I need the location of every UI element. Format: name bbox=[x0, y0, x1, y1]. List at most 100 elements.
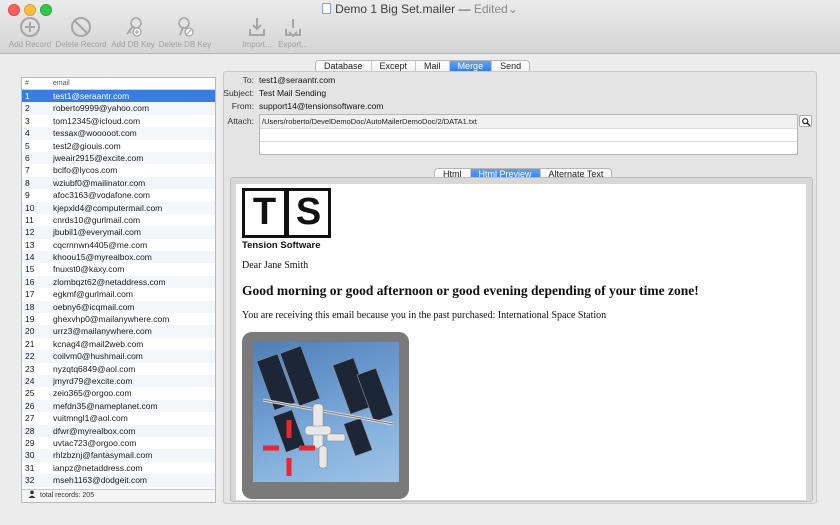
list-row[interactable]: 31 ianpz@netaddress.com bbox=[22, 462, 215, 474]
attachment-empty-row[interactable] bbox=[260, 142, 797, 156]
row-number: 15 bbox=[25, 264, 35, 275]
row-number: 16 bbox=[25, 276, 35, 287]
list-row[interactable]: 14 khoou15@myrealbox.com bbox=[22, 251, 215, 264]
list-row[interactable]: 20 urrz3@mailanywhere.com bbox=[22, 325, 215, 338]
row-number: 13 bbox=[25, 239, 35, 250]
row-email: kjepxld4@computermail.com bbox=[53, 202, 163, 213]
list-row[interactable]: 23 nyzqtq6849@aol.com bbox=[22, 363, 215, 375]
attachments-list[interactable]: /Users/roberto/DevelDemoDoc/AutoMailerDe… bbox=[259, 114, 798, 155]
row-number: 17 bbox=[25, 289, 35, 300]
list-row[interactable]: 17 egkmf@gurlmail.com bbox=[22, 288, 215, 300]
edited-status[interactable]: Edited bbox=[474, 2, 508, 16]
list-footer: total records: 205 bbox=[22, 489, 215, 502]
html-preview[interactable]: T S Tension Software Dear Jane Smith Goo… bbox=[236, 184, 806, 500]
subject-label: Subject: bbox=[223, 88, 254, 98]
list-row[interactable]: 15 fnuxst0@kaxy.com bbox=[22, 263, 215, 275]
list-row[interactable]: 22 coilvm0@hushmail.com bbox=[22, 350, 215, 363]
list-row[interactable]: 5 test2@giouis.com bbox=[22, 140, 215, 152]
list-row[interactable]: 4 tessax@wooooot.com bbox=[22, 127, 215, 140]
row-email: kcnag4@mail2web.com bbox=[53, 338, 144, 349]
list-row[interactable]: 2 roberto9999@yahoo.com bbox=[22, 102, 215, 115]
row-number: 8 bbox=[25, 177, 30, 188]
email-heading: Good morning or good afternoon or good e… bbox=[242, 283, 699, 298]
row-number: 19 bbox=[25, 314, 35, 325]
import-arrow-icon bbox=[246, 16, 268, 38]
row-number: 6 bbox=[25, 152, 30, 163]
attachment-empty-row[interactable] bbox=[260, 129, 797, 142]
row-number: 30 bbox=[25, 450, 35, 461]
row-number: 4 bbox=[25, 128, 30, 139]
list-header: # email bbox=[22, 78, 215, 90]
list-row[interactable]: 10 kjepxld4@computermail.com bbox=[22, 201, 215, 214]
row-number: 24 bbox=[25, 375, 35, 386]
row-number: 14 bbox=[25, 252, 35, 263]
row-email: tom12345@icloud.com bbox=[53, 115, 141, 126]
list-row[interactable]: 3 tom12345@icloud.com bbox=[22, 115, 215, 127]
add-record-button[interactable]: Add Record bbox=[8, 16, 52, 50]
row-email: rhlzbznj@fantasymail.com bbox=[53, 450, 153, 461]
subject-value: Test Mail Sending bbox=[259, 88, 327, 98]
logo-letter-s: S bbox=[286, 188, 331, 238]
export-button[interactable]: Export... bbox=[276, 16, 310, 50]
list-row[interactable]: 32 mseh1163@dodgeit.com bbox=[22, 474, 215, 487]
row-number: 26 bbox=[25, 400, 35, 411]
row-email: urrz3@mailanywhere.com bbox=[53, 326, 152, 337]
list-row[interactable]: 18 oebny6@icqmail.com bbox=[22, 300, 215, 314]
row-email: wziubf0@mailinator.com bbox=[53, 177, 146, 188]
window-title-text: Demo 1 Big Set.mailer bbox=[335, 2, 456, 16]
row-email: test1@seraantr.com bbox=[53, 91, 130, 101]
add-db-key-label: Add DB Key bbox=[111, 40, 155, 49]
email-body: You are receiving this email because you… bbox=[242, 310, 607, 321]
import-button[interactable]: Import... bbox=[240, 16, 274, 50]
list-row[interactable]: 28 dfwr@myrealbox.com bbox=[22, 424, 215, 437]
logo-caption: Tension Software bbox=[242, 240, 321, 251]
row-email: afoc3163@vodafone.com bbox=[53, 190, 150, 201]
column-header-number[interactable]: # bbox=[25, 80, 29, 87]
list-row[interactable]: 19 ghexvhp0@mailanywhere.com bbox=[22, 313, 215, 325]
row-number: 18 bbox=[25, 301, 35, 312]
list-row[interactable]: 26 mefdn35@nameplanet.com bbox=[22, 399, 215, 413]
delete-record-button[interactable]: Delete Record bbox=[55, 16, 107, 50]
list-row[interactable]: 11 cnrds10@gurlmail.com bbox=[22, 214, 215, 226]
records-list[interactable]: # email 1 test1@seraantr.com 2 roberto9999@… bbox=[21, 77, 216, 503]
row-email: bclfo@lycos.com bbox=[53, 165, 118, 176]
row-number: 27 bbox=[25, 413, 35, 424]
edited-menu-arrow[interactable]: ⌄ bbox=[508, 2, 518, 16]
email-greeting: Dear Jane Smith bbox=[242, 260, 309, 271]
list-row[interactable]: 25 zeio365@orgoo.com bbox=[22, 387, 215, 399]
row-email: zeio365@orgoo.com bbox=[53, 388, 132, 399]
list-row[interactable]: 21 kcnag4@mail2web.com bbox=[22, 338, 215, 350]
column-header-email[interactable]: email bbox=[53, 80, 70, 87]
list-row[interactable]: 24 jmyrd79@excite.com bbox=[22, 374, 215, 388]
row-email: cnrds10@gurlmail.com bbox=[53, 214, 141, 225]
list-row[interactable]: 12 jbubil1@everymail.com bbox=[22, 226, 215, 239]
user-icon bbox=[28, 490, 36, 498]
row-number: 2 bbox=[25, 103, 30, 114]
list-row[interactable]: 13 cqcrnnwn4405@me.com bbox=[22, 239, 215, 251]
attach-search-button[interactable] bbox=[799, 115, 812, 127]
row-email: oebny6@icqmail.com bbox=[53, 301, 135, 312]
list-row[interactable]: 8 wziubf0@mailinator.com bbox=[22, 176, 215, 190]
from-label: From: bbox=[231, 101, 254, 111]
list-row[interactable]: 29 uvtac723@orgoo.com bbox=[22, 437, 215, 449]
row-number: 5 bbox=[25, 140, 30, 151]
list-row[interactable]: 9 afoc3163@vodafone.com bbox=[22, 189, 215, 201]
list-row[interactable]: 6 jweair2915@excite.com bbox=[22, 151, 215, 165]
row-email: nyzqtq6849@aol.com bbox=[53, 363, 136, 374]
row-number: 28 bbox=[25, 425, 35, 436]
list-row[interactable]: 7 bclfo@lycos.com bbox=[22, 164, 215, 176]
list-row[interactable]: 16 zlombqzt62@netaddress.com bbox=[22, 275, 215, 289]
list-rows: 1 test1@seraantr.com 2 roberto9999@yahoo.co… bbox=[22, 90, 215, 487]
space-station-image-frame bbox=[242, 332, 409, 499]
list-row[interactable]: 1 test1@seraantr.com bbox=[22, 90, 215, 103]
add-record-label: Add Record bbox=[8, 40, 52, 49]
list-row[interactable]: 30 rhlzbznj@fantasymail.com bbox=[22, 449, 215, 462]
delete-db-key-button[interactable]: Delete DB Key bbox=[158, 16, 212, 50]
row-email: mefdn35@nameplanet.com bbox=[53, 400, 158, 411]
attachment-item[interactable]: /Users/roberto/DevelDemoDoc/AutoMailerDe… bbox=[260, 115, 797, 129]
export-label: Export... bbox=[278, 40, 308, 49]
list-row[interactable]: 27 vuitmngl1@aol.com bbox=[22, 412, 215, 424]
add-circle-icon bbox=[19, 16, 41, 38]
row-number: 1 bbox=[25, 91, 30, 101]
add-db-key-button[interactable]: Add DB Key bbox=[110, 16, 156, 50]
